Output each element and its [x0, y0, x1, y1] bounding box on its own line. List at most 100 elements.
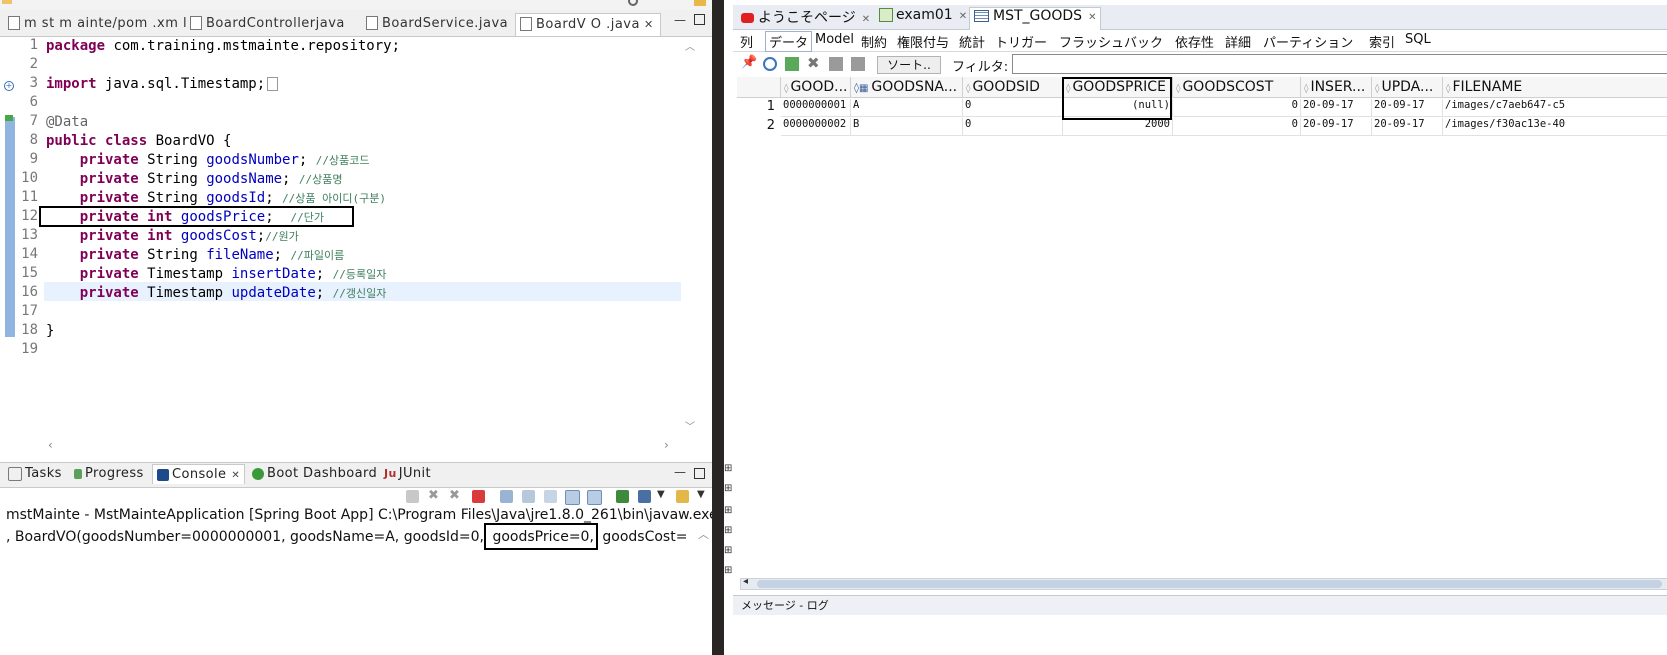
expand-icon[interactable]: ⊞ — [724, 565, 732, 576]
table-cell[interactable]: B — [851, 118, 963, 136]
tab-tasks[interactable]: Tasks — [8, 466, 62, 481]
remove-all-icon[interactable]: ✖ — [428, 488, 441, 503]
column-header[interactable]: ◊ GOODSID — [963, 77, 1063, 98]
subtab-constraints[interactable]: 制約 — [861, 32, 887, 51]
subtab-details[interactable]: 詳細 — [1225, 32, 1251, 51]
close-icon[interactable]: ✕ — [1088, 12, 1096, 23]
column-header[interactable]: ◊ INSER... — [1301, 77, 1372, 98]
message-log-bar[interactable]: メッセージ - ログ — [733, 595, 1667, 615]
tab-board-controller[interactable]: BoardControllerjava — [190, 13, 345, 35]
tab-exam01[interactable]: exam01 ✕ — [875, 7, 971, 29]
chevron-down-icon[interactable]: ▼ — [657, 489, 665, 500]
open-console-icon[interactable] — [676, 490, 689, 503]
table-cell[interactable]: /images/f30ac13e-40 — [1443, 118, 1667, 136]
folded-imports-icon[interactable] — [267, 77, 279, 91]
tab-boot-dashboard[interactable]: Boot Dashboard — [252, 466, 377, 481]
toolbar-icon[interactable] — [2, 0, 12, 4]
subtab-indexes[interactable]: 索引 — [1369, 32, 1395, 51]
expand-icon[interactable]: ⊞ — [724, 505, 732, 516]
scroll-lock-icon[interactable] — [522, 490, 535, 503]
scroll-left-icon[interactable]: ‹ — [48, 438, 53, 452]
table-cell[interactable]: 2000 — [1063, 118, 1173, 136]
console-output-line[interactable]: , BoardVO(goodsNumber=0000000001, goodsN… — [6, 523, 687, 550]
insert-row-icon[interactable] — [785, 57, 799, 71]
code-line[interactable]: private int goodsCost;//원가 — [46, 227, 299, 246]
code-line[interactable]: package com.training.mstmainte.repositor… — [46, 37, 400, 56]
table-cell[interactable]: 20-09-17 — [1372, 118, 1443, 136]
delete-row-icon[interactable]: ✖ — [807, 54, 821, 72]
tab-board-service[interactable]: BoardService.java — [366, 13, 508, 35]
maximize-icon[interactable] — [694, 468, 705, 479]
tab-mst-goods[interactable]: MST_GOODS ✕ — [969, 7, 1102, 30]
scroll-right-icon[interactable]: › — [664, 438, 669, 452]
tab-pom-xml[interactable]: m st m ainte/pom .xm l — [8, 13, 187, 35]
table-cell[interactable]: 20-09-17 — [1372, 99, 1443, 117]
rollback-icon[interactable] — [851, 57, 865, 71]
column-header[interactable]: ◊ UPDA... — [1372, 77, 1443, 98]
table-cell[interactable]: /images/c7aeb647-c5 — [1443, 99, 1667, 117]
tab-console[interactable]: Console ✕ — [152, 464, 246, 484]
expand-icon[interactable]: ⊞ — [724, 483, 732, 494]
column-header[interactable]: ◊▦ GOODSNA... — [851, 77, 963, 98]
clear-console-icon[interactable] — [500, 490, 513, 503]
maximize-icon[interactable] — [694, 14, 705, 25]
table-cell[interactable]: 0000000001 — [781, 99, 851, 117]
table-cell[interactable]: 0 — [963, 118, 1063, 136]
subtab-data[interactable]: データ — [765, 31, 813, 52]
code-line[interactable]: @Data — [46, 113, 88, 132]
close-icon[interactable]: ✕ — [644, 18, 654, 31]
tab-progress[interactable]: Progress — [74, 466, 144, 481]
subtab-sql[interactable]: SQL — [1405, 32, 1431, 47]
commit-icon[interactable] — [829, 57, 843, 71]
remove-terminated-icon[interactable]: ✖ — [449, 488, 462, 503]
code-line[interactable]: private Timestamp insertDate; //등록일자 — [46, 265, 387, 284]
table-cell[interactable]: 0 — [1173, 118, 1301, 136]
subtab-partitions[interactable]: パーティション — [1263, 32, 1353, 51]
subtab-statistics[interactable]: 統計 — [959, 32, 985, 51]
filter-input[interactable] — [1012, 54, 1667, 74]
code-line[interactable]: private String goodsNumber; //상품코드 — [46, 151, 370, 170]
table-cell[interactable]: 0 — [963, 99, 1063, 117]
column-header[interactable]: ◊ FILENAME — [1443, 77, 1667, 98]
minimize-icon[interactable]: — — [674, 13, 686, 27]
code-line[interactable]: private String fileName; //파일이름 — [46, 246, 345, 265]
table-cell[interactable]: 0 — [1173, 99, 1301, 117]
code-line[interactable]: private String goodsName; //상품명 — [46, 170, 343, 189]
scroll-up-icon[interactable]: ︿ — [685, 38, 695, 53]
table-cell[interactable]: 20-09-17 — [1301, 99, 1372, 117]
scroll-down-icon[interactable]: ﹀ — [685, 418, 695, 433]
scroll-left-icon[interactable]: ◂ — [743, 576, 748, 587]
display-console-icon[interactable] — [638, 490, 651, 503]
subtab-dependencies[interactable]: 依存性 — [1175, 32, 1214, 51]
word-wrap-icon[interactable] — [544, 490, 557, 503]
chevron-down-icon[interactable]: ▼ — [697, 489, 705, 500]
expand-icon[interactable]: ⊞ — [724, 545, 732, 556]
code-line[interactable]: import java.sql.Timestamp; — [46, 75, 279, 94]
expand-icon[interactable]: ⊞ — [724, 463, 732, 474]
show-on-stderr-icon[interactable] — [587, 490, 602, 505]
tab-board-vo[interactable]: BoardV O .java ✕ — [515, 13, 661, 36]
table-cell[interactable]: 0000000002 — [781, 118, 851, 136]
subtab-flashback[interactable]: フラッシュバック — [1059, 32, 1163, 51]
code-line[interactable]: public class BoardVO { — [46, 132, 231, 151]
sort-button[interactable]: ソート.. — [877, 56, 941, 74]
close-icon[interactable]: ✕ — [862, 14, 870, 25]
close-icon[interactable]: ✕ — [231, 470, 240, 481]
grid-horizontal-scrollbar[interactable]: ◂ — [740, 576, 1667, 590]
expand-icon[interactable]: ⊞ — [724, 525, 732, 536]
tab-welcome-page[interactable]: ようこそページ ✕ — [737, 7, 874, 29]
subtab-grants[interactable]: 権限付与 — [897, 32, 949, 51]
perspective-icon[interactable] — [694, 0, 706, 6]
refresh-icon[interactable] — [763, 57, 777, 71]
table-cell[interactable]: 20-09-17 — [1301, 118, 1372, 136]
editor-vertical-scrollbar[interactable]: ︿ ﹀ — [682, 40, 696, 435]
code-line[interactable]: } — [46, 322, 54, 341]
search-icon[interactable] — [628, 0, 638, 6]
minimize-icon[interactable]: — — [674, 465, 686, 479]
scrollbar-thumb[interactable] — [757, 580, 1662, 588]
remove-launch-icon[interactable] — [406, 490, 419, 503]
close-icon[interactable]: ✕ — [959, 11, 967, 22]
column-header[interactable]: ◊ GOOD... — [781, 77, 851, 98]
subtab-triggers[interactable]: トリガー — [995, 32, 1047, 51]
table-cell[interactable]: A — [851, 99, 963, 117]
